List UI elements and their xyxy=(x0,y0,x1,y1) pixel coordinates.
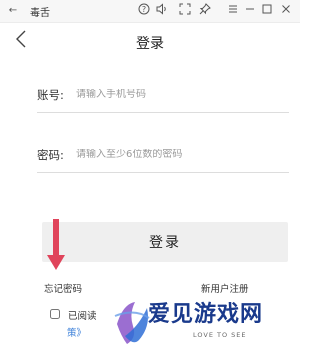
x-icon xyxy=(282,5,290,13)
help-circle-icon: ? xyxy=(138,3,150,15)
agreement-text: 已阅读 xyxy=(68,311,97,322)
password-underline xyxy=(37,172,289,173)
forgot-password-link[interactable]: 忘记密码 xyxy=(44,281,82,295)
account-label: 账号: xyxy=(37,88,64,102)
speaker-icon xyxy=(156,3,166,15)
window-titlebar: ← 毒舌 ? xyxy=(0,0,300,23)
hamburger-icon xyxy=(229,5,237,13)
login-button[interactable]: 登录 xyxy=(42,222,288,262)
pin-icon[interactable] xyxy=(198,3,212,19)
watermark-subtext: LOVE TO SEE xyxy=(193,331,247,339)
thumbtack-icon xyxy=(199,3,211,15)
account-underline xyxy=(37,112,289,113)
expand-icon xyxy=(179,3,191,15)
help-icon[interactable]: ? xyxy=(137,3,151,19)
password-input[interactable] xyxy=(76,149,266,160)
register-link[interactable]: 新用户注册 xyxy=(201,281,249,295)
close-icon[interactable] xyxy=(279,3,293,19)
privacy-policy-link[interactable]: 策》 xyxy=(67,325,86,339)
red-arrow-annotation xyxy=(44,219,68,272)
minimize-icon[interactable] xyxy=(243,3,257,19)
fullscreen-icon[interactable] xyxy=(178,3,192,19)
account-input[interactable] xyxy=(76,89,266,100)
agreement-checkbox[interactable] xyxy=(50,309,60,319)
page-title: 登录 xyxy=(136,36,164,52)
svg-text:?: ? xyxy=(142,5,146,14)
maximize-icon[interactable] xyxy=(260,3,274,19)
square-icon xyxy=(262,4,272,14)
back-arrow-icon[interactable]: ← xyxy=(6,3,20,19)
down-arrow-icon xyxy=(47,219,65,270)
minus-icon xyxy=(246,8,254,10)
menu-icon[interactable] xyxy=(226,3,240,19)
volume-icon[interactable] xyxy=(155,3,169,19)
password-label: 密码: xyxy=(37,148,64,162)
watermark-text: 爱见游戏网 xyxy=(148,302,264,327)
window-title: 毒舌 xyxy=(30,8,50,19)
